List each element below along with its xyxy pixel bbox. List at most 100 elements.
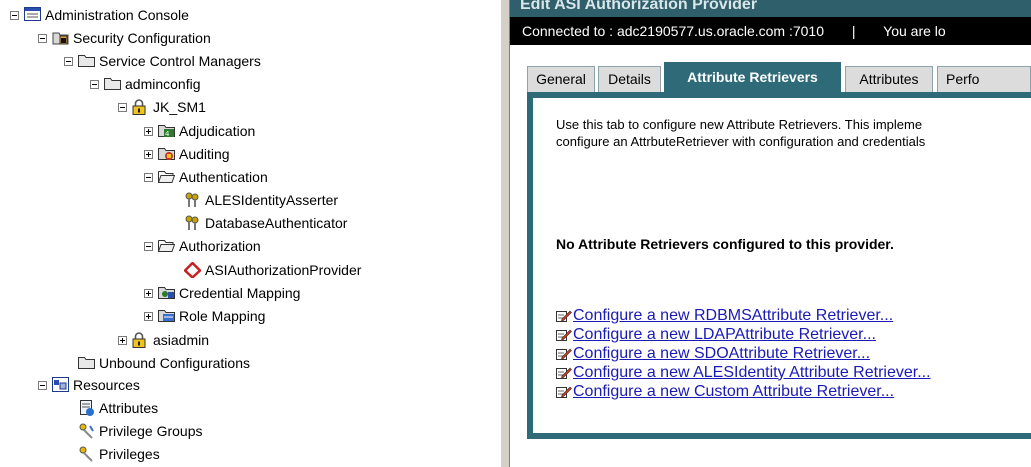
tree-node-jk-sm1[interactable]: JK_SM1 (118, 96, 206, 118)
lock-icon (132, 332, 149, 348)
configure-ldap-retriever-link[interactable]: Configure a new LDAPAttribute Retriever.… (573, 326, 876, 344)
tree-node-label: Attributes (99, 400, 159, 416)
tree-node-label: adminconfig (125, 76, 201, 92)
configure-custom-retriever-link[interactable]: Configure a new Custom Attribute Retriev… (573, 383, 894, 401)
tree-node-asiauthorizationprovider[interactable]: ASIAuthorizationProvider (170, 259, 361, 281)
tree-node-label: ALESIdentityAsserter (205, 192, 339, 208)
tree-node-label: DatabaseAuthenticator (205, 215, 348, 231)
tree-node-label: JK_SM1 (153, 99, 206, 115)
tree-node-label: Security Configuration (73, 30, 211, 46)
tree-node-label: Privilege Groups (99, 423, 203, 439)
link-row: Configure a new Custom Attribute Retriev… (556, 382, 931, 401)
tree-node-privilege-groups[interactable]: Privilege Groups (64, 420, 203, 442)
tree-node-databaseauthenticator[interactable]: DatabaseAuthenticator (170, 212, 347, 234)
tree-node-label: Unbound Configurations (99, 355, 250, 371)
configure-alesidentity-retriever-link[interactable]: Configure a new ALESIdentity Attribute R… (573, 364, 931, 382)
attributes-icon (78, 400, 95, 416)
tab-panel-content: Use this tab to configure new Attribute … (533, 98, 1031, 433)
link-row: Configure a new LDAPAttribute Retriever.… (556, 325, 931, 344)
description-line: Use this tab to configure new Attribute … (556, 117, 923, 132)
collapse-toggle-icon[interactable] (64, 56, 73, 66)
svg-text:4: 4 (165, 130, 170, 138)
folder-open-icon (158, 169, 175, 185)
tree-node-administration-console[interactable]: Administration Console (10, 4, 189, 26)
collapse-toggle-icon[interactable] (118, 102, 127, 112)
tree-node-label: Privileges (99, 446, 160, 462)
tree-node-unbound-configurations[interactable]: Unbound Configurations (64, 352, 250, 374)
empty-message: No Attribute Retrievers configured to th… (556, 236, 894, 252)
tree-node-label: Adjudication (179, 123, 256, 139)
provider-icon (184, 262, 201, 278)
tree-node-alesidentityasserter[interactable]: ALESIdentityAsserter (170, 189, 338, 211)
connected-host: adc2190577.us.oracle.com :7010 (616, 23, 824, 39)
tab-performance[interactable]: Perfo (937, 66, 1031, 92)
tab-attribute-retrievers[interactable]: Attribute Retrievers (664, 62, 841, 92)
connection-bar: Connected to : adc2190577.us.oracle.com … (510, 17, 1031, 45)
tree-node-label: Resources (73, 377, 140, 393)
tree-node-adjudication[interactable]: 4 Adjudication (144, 120, 255, 142)
edit-icon (556, 329, 572, 341)
collapse-toggle-icon[interactable] (90, 79, 99, 89)
folder-icon (78, 355, 95, 371)
link-row: Configure a new ALESIdentity Attribute R… (556, 363, 931, 382)
configure-links: Configure a new RDBMSAttribute Retriever… (556, 306, 931, 401)
navigation-tree: Administration Console Security Configur… (0, 0, 500, 467)
lock-icon (132, 99, 149, 115)
tab-attributes[interactable]: Attributes (845, 66, 933, 92)
tree-node-role-mapping[interactable]: Role Mapping (144, 305, 265, 327)
edit-icon (556, 348, 572, 360)
tree-node-service-control-managers[interactable]: Service Control Managers (64, 50, 261, 72)
tab-panel: Use this tab to configure new Attribute … (527, 92, 1031, 439)
keys-icon (184, 192, 201, 208)
connected-label: Connected to : (522, 23, 614, 39)
edit-icon (556, 386, 572, 398)
expand-toggle-icon[interactable] (144, 311, 153, 321)
tree-node-label: Service Control Managers (99, 53, 261, 69)
tree-node-credential-mapping[interactable]: Credential Mapping (144, 282, 300, 304)
tree-node-privileges[interactable]: Privileges (64, 443, 160, 465)
tree-node-auditing[interactable]: Auditing (144, 143, 230, 165)
tab-details[interactable]: Details (598, 66, 661, 92)
tree-node-resources[interactable]: Resources (38, 374, 140, 396)
collapse-toggle-icon[interactable] (144, 241, 153, 251)
configure-sdo-retriever-link[interactable]: Configure a new SDOAttribute Retriever..… (573, 345, 870, 363)
keys-icon (184, 215, 201, 231)
collapse-toggle-icon[interactable] (38, 33, 47, 43)
collapse-toggle-icon[interactable] (38, 380, 47, 390)
tree-node-label: Administration Console (45, 7, 189, 23)
tree-node-label: Authentication (179, 169, 268, 185)
adjudication-icon: 4 (158, 123, 175, 139)
console-icon (24, 7, 41, 23)
expand-toggle-icon[interactable] (144, 149, 153, 159)
tree-node-label: Credential Mapping (179, 285, 301, 301)
collapse-toggle-icon[interactable] (10, 10, 19, 20)
tree-node-label: Auditing (179, 146, 230, 162)
user-status: You are lo (883, 23, 946, 39)
folder-icon (78, 53, 95, 69)
tree-node-asiadmin[interactable]: asiadmin (118, 329, 209, 351)
security-config-icon (52, 30, 69, 46)
tree-node-security-configuration[interactable]: Security Configuration (38, 27, 211, 49)
configure-rdbms-retriever-link[interactable]: Configure a new RDBMSAttribute Retriever… (573, 307, 893, 325)
tree-node-adminconfig[interactable]: adminconfig (90, 73, 201, 95)
resources-icon (52, 377, 69, 393)
tab-strip: General Details Attribute Retrievers Att… (527, 62, 1031, 92)
tree-node-label: ASIAuthorizationProvider (205, 262, 362, 278)
tab-general[interactable]: General (527, 66, 595, 92)
edit-icon (556, 367, 572, 379)
credential-icon (158, 285, 175, 301)
tree-node-label: asiadmin (153, 332, 210, 348)
tab-description: Use this tab to configure new Attribute … (556, 116, 925, 150)
expand-toggle-icon[interactable] (144, 126, 153, 136)
expand-toggle-icon[interactable] (144, 288, 153, 298)
pane-splitter[interactable] (500, 0, 510, 467)
tree-node-authorization[interactable]: Authorization (144, 235, 261, 257)
tree-node-label: Role Mapping (179, 308, 266, 324)
role-icon (158, 308, 175, 324)
tree-node-authentication[interactable]: Authentication (144, 166, 268, 188)
collapse-toggle-icon[interactable] (144, 172, 153, 182)
expand-toggle-icon[interactable] (118, 335, 127, 345)
description-line: configure an AttrbuteRetriever with conf… (556, 134, 926, 149)
separator: | (851, 23, 856, 39)
tree-node-attributes[interactable]: Attributes (64, 397, 158, 419)
